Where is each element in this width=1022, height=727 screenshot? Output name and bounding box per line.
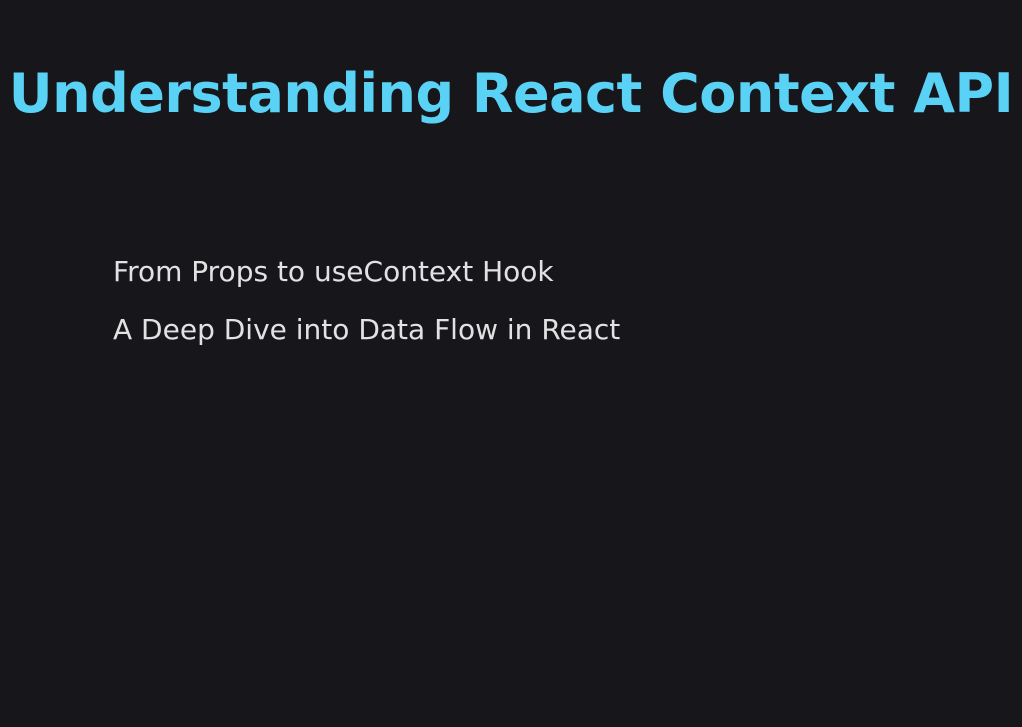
- slide-title: Understanding React Context API: [8, 62, 1014, 125]
- presentation-slide: Understanding React Context API From Pro…: [0, 0, 1022, 727]
- subtitle-line: A Deep Dive into Data Flow in React: [113, 313, 621, 346]
- subtitle-line: From Props to useContext Hook: [113, 255, 554, 288]
- subtitle-list: From Props to useContext Hook A Deep Div…: [113, 252, 620, 368]
